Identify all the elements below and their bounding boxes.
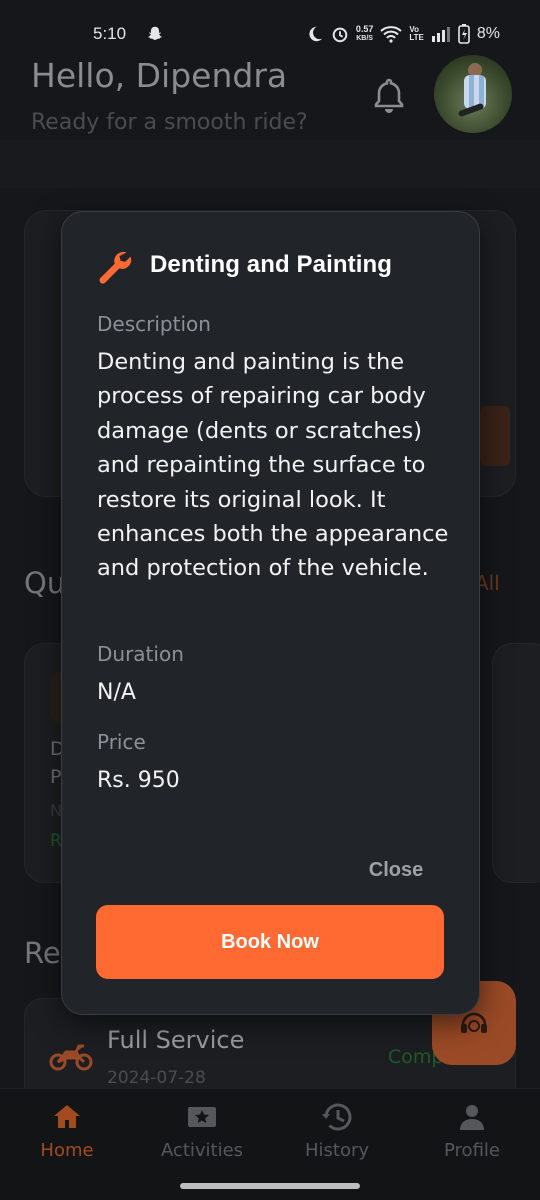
book-now-button[interactable]: Book Now [96, 905, 444, 979]
description-label: Description [97, 312, 211, 336]
duration-label: Duration [97, 642, 184, 666]
price-label: Price [97, 730, 146, 754]
close-button[interactable]: Close [360, 854, 432, 886]
dialog-title: Denting and Painting [150, 251, 392, 278]
wrench-icon [99, 251, 132, 284]
description-text: Denting and painting is the process of r… [97, 349, 449, 582]
duration-value: N/A [97, 680, 136, 705]
price-value: Rs. 950 [97, 768, 180, 793]
